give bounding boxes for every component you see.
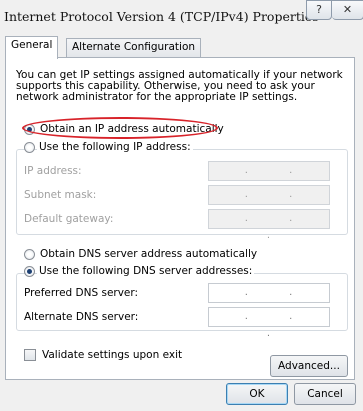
preferred-dns-label: Preferred DNS server:: [24, 287, 139, 299]
title-bar[interactable]: Internet Protocol Version 4 (TCP/IPv4) P…: [0, 0, 363, 30]
obtain-ip-auto-label[interactable]: Obtain an IP address automatically: [40, 123, 224, 135]
alternate-dns-field[interactable]: . . .: [208, 307, 330, 339]
alternate-dns-label: Alternate DNS server:: [24, 311, 139, 323]
properties-dialog: Internet Protocol Version 4 (TCP/IPv4) P…: [0, 0, 363, 411]
close-icon: ✕: [342, 3, 353, 16]
cancel-button[interactable]: Cancel: [294, 383, 356, 405]
validate-settings-checkbox[interactable]: [24, 349, 36, 361]
obtain-ip-auto-radio[interactable]: [24, 124, 35, 135]
default-gateway-field[interactable]: . . .: [208, 209, 330, 241]
ip-address-label: IP address:: [24, 165, 82, 177]
validate-settings-label[interactable]: Validate settings upon exit: [42, 349, 182, 361]
use-following-dns-label[interactable]: Use the following DNS server addresses:: [37, 265, 255, 277]
use-following-ip-radio[interactable]: [24, 142, 35, 153]
description-text: You can get IP settings assigned automat…: [16, 69, 343, 103]
ip-address-field[interactable]: . . .: [208, 161, 330, 193]
ok-button[interactable]: OK: [226, 383, 288, 405]
use-following-ip-label[interactable]: Use the following IP address:: [37, 141, 193, 153]
subnet-mask-field[interactable]: . . .: [208, 185, 330, 217]
help-icon: ?: [316, 3, 322, 16]
advanced-button[interactable]: Advanced...: [270, 355, 348, 377]
preferred-dns-field[interactable]: . . .: [208, 283, 330, 315]
obtain-dns-auto-label[interactable]: Obtain DNS server address automatically: [40, 248, 257, 260]
default-gateway-label: Default gateway:: [24, 213, 114, 225]
obtain-dns-auto-radio[interactable]: [24, 249, 35, 260]
use-following-dns-radio[interactable]: [24, 266, 35, 277]
tab-general[interactable]: General: [5, 36, 59, 59]
general-panel: You can get IP settings assigned automat…: [5, 57, 355, 380]
help-button[interactable]: ?: [306, 0, 332, 20]
window-title: Internet Protocol Version 4 (TCP/IPv4) P…: [4, 9, 319, 24]
subnet-mask-label: Subnet mask:: [24, 189, 97, 201]
tab-alternate-configuration[interactable]: Alternate Configuration: [66, 38, 202, 57]
close-button[interactable]: ✕: [332, 0, 363, 20]
